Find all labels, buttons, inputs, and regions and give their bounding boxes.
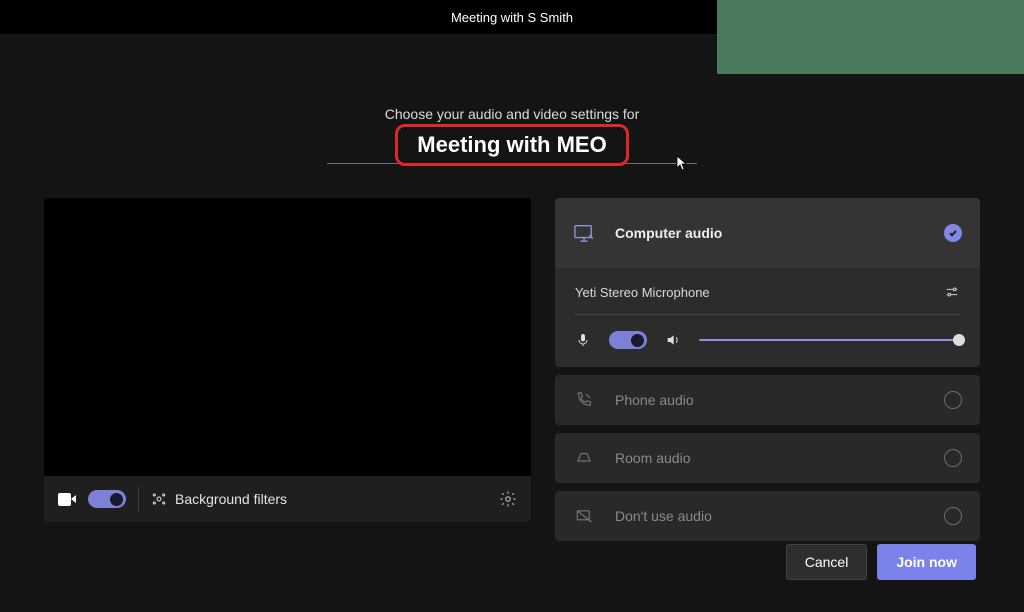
option-computer-audio[interactable]: Computer audio Yeti Stereo Microphone (555, 198, 980, 367)
meeting-name-input[interactable]: Meeting with MEO (399, 126, 624, 164)
join-now-button-label: Join now (896, 554, 957, 570)
footer-buttons: Cancel Join now (786, 544, 976, 580)
room-audio-label: Room audio (615, 450, 924, 466)
phone-audio-radio[interactable] (944, 391, 962, 409)
microphone-icon (575, 332, 591, 348)
microphone-device-name: Yeti Stereo Microphone (575, 285, 710, 300)
camera-toggle[interactable] (88, 490, 126, 508)
device-settings-icon[interactable] (499, 490, 517, 508)
background-filters-button[interactable]: Background filters (151, 491, 487, 507)
cancel-button-label: Cancel (805, 554, 849, 570)
camera-icon (58, 493, 76, 506)
join-now-button[interactable]: Join now (877, 544, 976, 580)
no-audio-radio[interactable] (944, 507, 962, 525)
speaker-icon (665, 332, 681, 348)
background-filters-label: Background filters (175, 491, 287, 507)
room-audio-radio[interactable] (944, 449, 962, 467)
phone-audio-label: Phone audio (615, 392, 924, 408)
option-no-audio[interactable]: Don't use audio (555, 491, 980, 541)
background-filters-icon (151, 491, 167, 507)
computer-audio-label: Computer audio (615, 225, 924, 241)
prompt-subtitle: Choose your audio and video settings for (44, 106, 980, 122)
divider (138, 486, 139, 512)
microphone-device-row[interactable]: Yeti Stereo Microphone (575, 284, 960, 315)
meeting-name-text: Meeting with MEO (399, 126, 624, 164)
input-underline (327, 163, 696, 164)
microphone-toggle[interactable] (609, 331, 647, 349)
window-title: Meeting with S Smith (451, 10, 573, 25)
green-overlay (717, 0, 1024, 74)
audio-settings-icon[interactable] (944, 284, 960, 300)
computer-audio-icon (573, 223, 595, 243)
no-audio-label: Don't use audio (615, 508, 924, 524)
room-audio-icon (575, 449, 593, 467)
volume-slider[interactable] (699, 339, 960, 341)
selected-check-icon (944, 224, 962, 242)
option-phone-audio[interactable]: Phone audio (555, 375, 980, 425)
option-room-audio[interactable]: Room audio (555, 433, 980, 483)
volume-thumb[interactable] (953, 334, 965, 346)
cancel-button[interactable]: Cancel (786, 544, 868, 580)
video-controls-bar: Background filters (44, 476, 531, 522)
phone-audio-icon (575, 391, 593, 409)
no-audio-icon (575, 507, 593, 525)
video-preview (44, 198, 531, 476)
settings-prompt: Choose your audio and video settings for… (44, 106, 980, 164)
